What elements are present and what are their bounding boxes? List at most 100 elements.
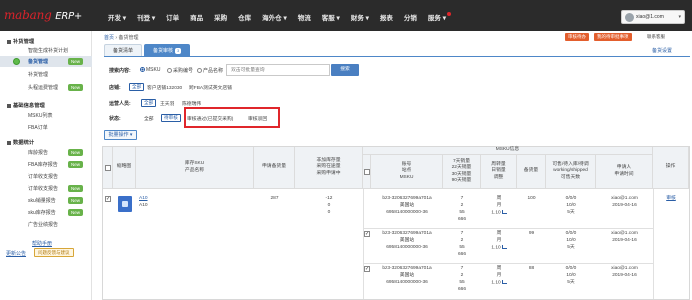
nav-item-products[interactable]: 商品 xyxy=(190,12,203,22)
table-header-operation: 操作 xyxy=(653,147,689,189)
nav-item-finance[interactable]: 财务 ▾ xyxy=(351,12,369,22)
product-thumbnail[interactable] xyxy=(118,196,132,212)
row-divider xyxy=(363,228,653,229)
status-pending-option[interactable]: 待审核 xyxy=(161,114,181,122)
radio-label: 采购编号 xyxy=(173,68,194,74)
turnover-adjust-value: 1.10 xyxy=(491,210,501,216)
nav-item-distribution[interactable]: 分销 xyxy=(404,12,417,22)
my-approvals-button[interactable]: 我的待审批事项 xyxy=(594,33,632,41)
new-badge: New xyxy=(68,208,84,216)
sidebar-item-order-income-report-2[interactable]: 订单收支报告 New xyxy=(0,183,92,194)
stock-qty-value: 99 xyxy=(528,231,535,236)
row-checkbox[interactable]: ✓ xyxy=(105,196,111,202)
sales-90d: 666 xyxy=(457,252,466,257)
msku-row-checkbox[interactable]: ✓ xyxy=(364,266,370,272)
nav-item-develop[interactable]: 开发 ▾ xyxy=(108,12,126,22)
sales-30d: 55 xyxy=(459,245,465,250)
nav-item-overseas[interactable]: 海外仓 ▾ xyxy=(262,12,287,22)
sidebar-item-fba-stock-report[interactable]: FBA库存报告 New xyxy=(0,159,92,170)
table-header-applicant: 申请人 申请时间 xyxy=(596,155,653,189)
turnover-adjust-value: 1.10 xyxy=(491,245,501,251)
operator-all-option[interactable]: 全部 xyxy=(141,99,157,107)
logo-sub: ERP+ xyxy=(55,11,83,22)
msku-code: 6958140000000-36 xyxy=(386,280,428,285)
nav-item-orders[interactable]: 订单 xyxy=(166,12,179,22)
nav-item-warehouse[interactable]: 仓库 xyxy=(238,12,251,22)
sidebar-section-replenish[interactable]: 补货管理 xyxy=(7,37,34,45)
sidebar-item-sku-stock-report[interactable]: sku库存报告 New xyxy=(0,207,92,218)
radio-label: 产品名称 xyxy=(203,68,224,74)
shop-all-option[interactable]: 全部 xyxy=(129,83,145,91)
user-email: xiao@1.com xyxy=(636,14,664,20)
sidebar-item-replenish-management[interactable]: 补货管理 xyxy=(0,69,92,80)
nav-item-services[interactable]: 服务 ▾ xyxy=(428,12,451,22)
radio-purchase-no[interactable]: 采购编号 xyxy=(167,67,193,74)
review-todo-button[interactable]: 审核待办 xyxy=(565,33,589,41)
update-notice-link[interactable]: 更新公告 xyxy=(6,250,26,257)
chart-icon[interactable] xyxy=(501,280,507,284)
msku-row-checkbox[interactable]: ✓ xyxy=(364,231,370,237)
tab-bar: 备货清单 备货审核 3 xyxy=(104,44,192,56)
batch-operation-button[interactable]: 批量操作 ▾ xyxy=(104,130,137,140)
applicant-email: xiao@1.com xyxy=(611,266,638,271)
shop-option-1[interactable]: 客户店铺132030 xyxy=(147,84,182,91)
sidebar-section-basic-info[interactable]: 基础信息管理 xyxy=(7,101,45,109)
search-button[interactable]: 搜索 xyxy=(331,64,359,76)
nav-item-logistics[interactable]: 物流 xyxy=(298,12,311,22)
nav-item-reports[interactable]: 报表 xyxy=(380,12,393,22)
select-all-checkbox[interactable] xyxy=(104,164,111,171)
operator-option-1[interactable]: 王天羽 xyxy=(160,100,174,107)
review-link[interactable]: 审核 xyxy=(653,196,689,203)
shop-option-2[interactable]: 跨FBA测试英文店铺 xyxy=(189,84,232,91)
shop-label: 店铺: xyxy=(109,85,121,91)
sidebar-item-stock-management[interactable]: 备货管理 New xyxy=(0,56,92,67)
chart-icon[interactable] xyxy=(501,210,507,214)
new-badge: New xyxy=(68,148,84,156)
column-divider xyxy=(363,189,364,299)
stock-settings-link[interactable]: 备货设置 xyxy=(652,47,672,54)
sidebar-item-order-income-report[interactable]: 订单收支报告 xyxy=(0,171,92,182)
contact-support-button[interactable]: 联系客服 xyxy=(647,33,665,41)
operator-option-2[interactable]: 陈德瑞伟 xyxy=(182,100,201,107)
search-button-label: 搜索 xyxy=(340,67,350,72)
sidebar-item-msku-list[interactable]: MSKU列表 xyxy=(0,110,92,121)
sidebar-item-fba-orders[interactable]: FBA订单 xyxy=(0,122,92,133)
turnover-week: 周 xyxy=(496,266,502,271)
msku-account: bz3-3206327699a701a xyxy=(382,231,432,236)
sidebar-item-age-report[interactable]: 库龄报告 New xyxy=(0,147,92,158)
sidebar-item-sku-sales-report[interactable]: sku销量报告 New xyxy=(0,195,92,206)
sku-link[interactable]: A10 xyxy=(139,196,148,203)
tab-label: 备货清单 xyxy=(113,48,134,54)
turnover-week: 周 xyxy=(496,196,502,201)
search-input[interactable] xyxy=(226,64,330,76)
nav-item-listing[interactable]: 刊登 ▾ xyxy=(137,12,155,22)
tab-stock-list[interactable]: 备货清单 xyxy=(104,44,143,56)
avail-days: 5天 xyxy=(567,245,575,250)
nav-item-purchase[interactable]: 采购 xyxy=(214,12,227,22)
feedback-button[interactable]: 问题反馈与建议 xyxy=(34,248,74,257)
status-all-option[interactable]: 全部 xyxy=(144,115,154,122)
msku-select-all-checkbox[interactable] xyxy=(363,168,370,175)
turnover-month: 月 xyxy=(496,203,502,208)
tab-stock-review[interactable]: 备货审核 3 xyxy=(144,44,191,56)
stock-qty-value: 100 xyxy=(527,196,536,201)
avail-value-1: 0/0/0 xyxy=(565,231,577,236)
breadcrumb-home[interactable]: 首页 xyxy=(104,35,114,41)
logo-text: mabang xyxy=(4,8,52,22)
sidebar-item-label: 备货管理 xyxy=(28,59,49,65)
chart-icon[interactable] xyxy=(501,245,507,249)
radio-product-name[interactable]: 产品名称 xyxy=(197,67,223,74)
sidebar-item-label: sku库存报告 xyxy=(28,210,56,216)
nav-item-service[interactable]: 客服 ▾ xyxy=(322,12,340,22)
radio-msku[interactable]: MSKU xyxy=(140,67,160,73)
sidebar-item-label: FBA库存报告 xyxy=(28,162,58,168)
user-menu[interactable]: xiao@1.com ▾ xyxy=(621,10,685,24)
table-header-sales: 7天销量 22天销量 30天销量 90天销量 xyxy=(443,155,481,189)
sidebar-item-smart-plan[interactable]: 智能生成补货计划 xyxy=(0,45,92,56)
help-manual-link[interactable]: 帮助手册 xyxy=(32,240,52,247)
sidebar-item-ad-report[interactable]: 广告业绩报告 xyxy=(0,219,92,230)
sidebar-section-statistics[interactable]: 数据统计 xyxy=(7,138,34,146)
radio-checked-icon xyxy=(140,67,145,73)
logo[interactable]: mabang ERP+ xyxy=(4,8,82,22)
sidebar-item-freight[interactable]: 头程运费管理 New xyxy=(0,82,92,93)
